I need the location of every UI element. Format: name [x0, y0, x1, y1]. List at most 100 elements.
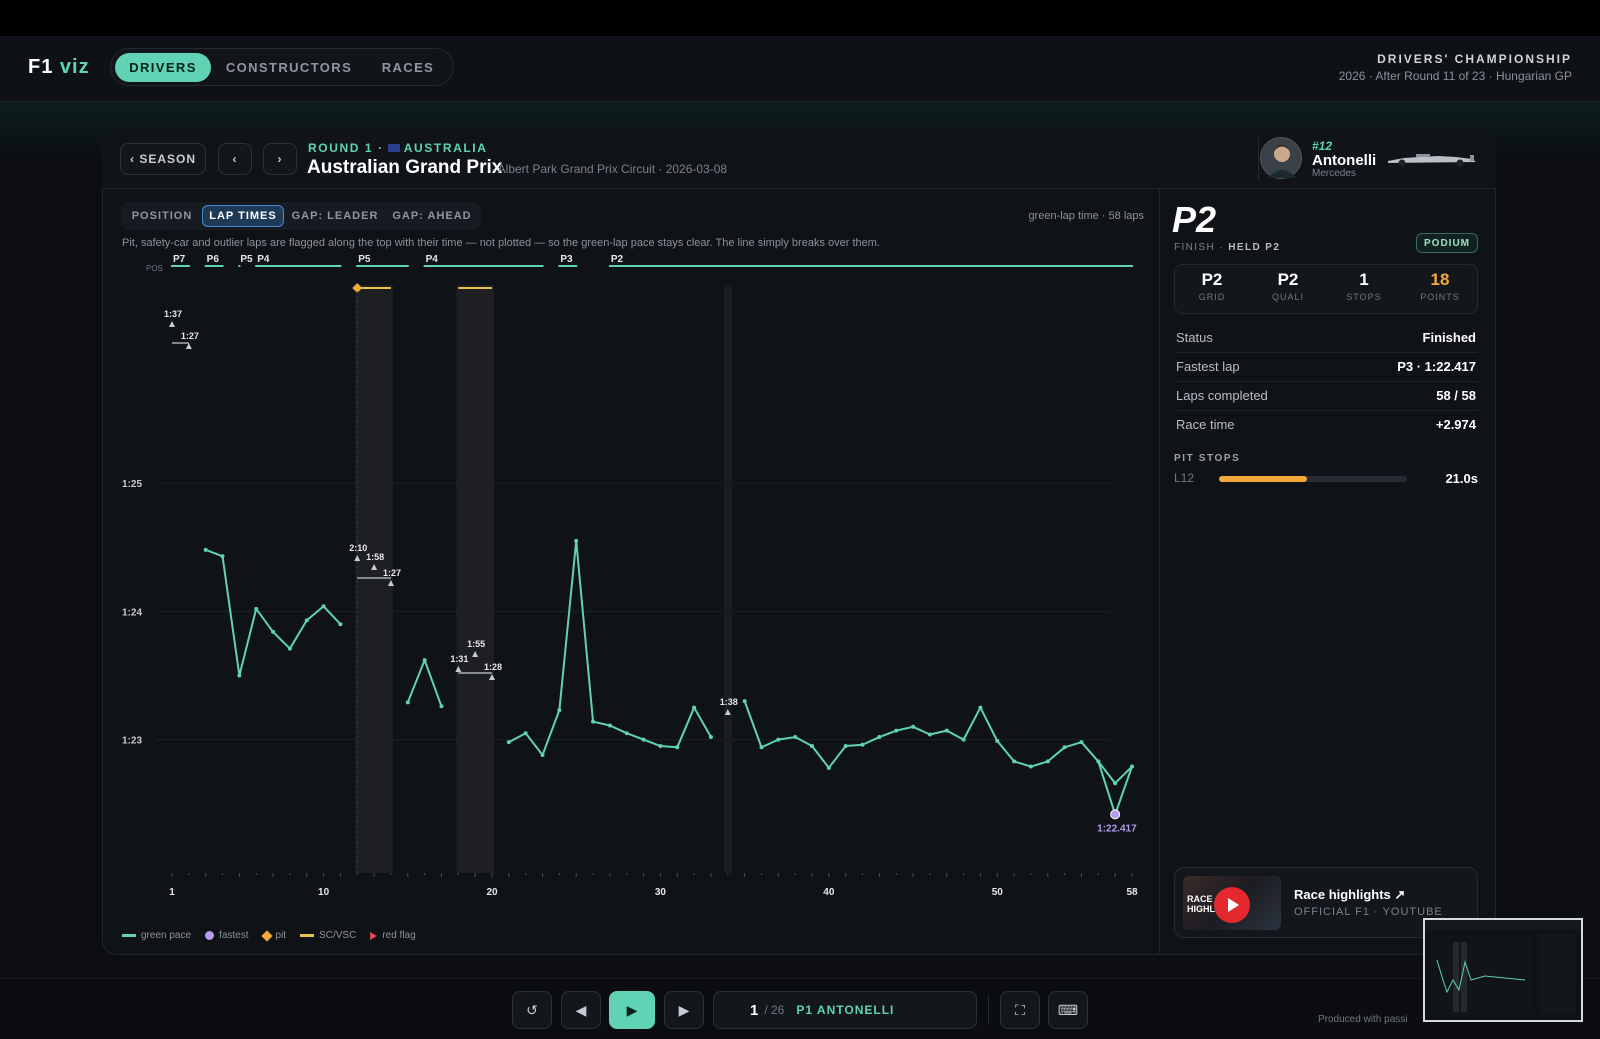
lap-point: [658, 744, 663, 749]
player-divider: [988, 996, 989, 1024]
position-label: P4: [257, 255, 270, 265]
vsc-band: [723, 285, 732, 873]
step-forward-button[interactable]: ▶: [664, 991, 704, 1029]
race-car-icon: [1388, 154, 1476, 167]
legend-green-pace: green pace: [122, 930, 191, 941]
next-race-button[interactable]: ›: [263, 143, 297, 175]
grand-prix-title: Australian Grand Prix: [307, 157, 503, 178]
round-number: ROUND 1 ·: [308, 141, 384, 155]
lap-point: [439, 704, 444, 709]
lap-point: [607, 723, 612, 728]
tab-drivers[interactable]: DRIVERS: [115, 53, 211, 82]
legend-pit-label: pit: [275, 930, 287, 941]
frame-driver: P1 ANTONELLI: [796, 1003, 895, 1017]
produced-by: Produced with passi: [1318, 1014, 1408, 1025]
frame-number: 1: [750, 1001, 759, 1019]
driver-number: #12: [1312, 139, 1333, 153]
legend-red-label: red flag: [382, 930, 416, 941]
sc-bands: [352, 283, 732, 873]
view-gap-ahead[interactable]: GAP: AHEAD: [386, 205, 478, 227]
x-tick-label: 50: [992, 887, 1004, 898]
play-button[interactable]: ▶: [609, 991, 655, 1029]
finish-sub: FINISH · HELD P2: [1174, 242, 1280, 253]
round-country: AUSTRALIA: [403, 141, 488, 155]
frame-counter[interactable]: 1 / 26 P1 ANTONELLI: [713, 991, 977, 1029]
step-forward-icon: ▶: [678, 1001, 690, 1018]
position-label: P6: [207, 255, 220, 265]
legend-green-label: green pace: [141, 930, 192, 941]
lap-point: [338, 622, 343, 627]
view-lap-times[interactable]: LAP TIMES: [202, 205, 284, 227]
position-label: P5: [240, 255, 253, 265]
stat-grid-label: GRID: [1198, 292, 1226, 302]
chart-grid: [156, 482, 1110, 741]
legend-fastest-label: fastest: [219, 930, 249, 941]
stat-grid: P2 GRID: [1174, 270, 1250, 302]
flagged-laps: 1:37 1:27 2:101:58 1:27 1:31 1:55 1:28 1:38: [164, 309, 738, 715]
flagged-lap-label: 1:28: [484, 662, 502, 672]
championship-title: DRIVERS' CHAMPIONSHIP: [1377, 52, 1572, 66]
lap-point: [287, 646, 292, 651]
position-label: P5: [358, 255, 371, 265]
detail-value: Finished: [1422, 330, 1476, 345]
lap-point: [708, 735, 713, 740]
pit-time: 21.0s: [1445, 471, 1478, 486]
app-logo[interactable]: F1 viz: [28, 56, 90, 79]
minimap-preview-icon: [1425, 920, 1581, 1014]
highlights-title[interactable]: Race highlights ↗: [1294, 887, 1405, 903]
step-back-icon: ◀: [575, 1001, 587, 1018]
fullscreen-button[interactable]: ⛶: [1000, 991, 1040, 1029]
podium-badge: PODIUM: [1416, 233, 1478, 253]
lap-point: [961, 737, 966, 742]
pit-diamond-icon: [260, 929, 273, 942]
fastest-lap-label: 1:22.417: [1097, 823, 1137, 834]
prev-race-button[interactable]: ‹: [218, 143, 252, 175]
detail-value: +2.974: [1435, 417, 1476, 432]
lap-point: [877, 735, 882, 740]
championship-subtitle: 2026 · After Round 11 of 23 · Hungarian …: [1338, 69, 1572, 83]
green-pace-line: [743, 700, 1133, 785]
restart-icon: ↺: [526, 1001, 538, 1018]
lap-point: [843, 744, 848, 749]
lap-point: [793, 735, 798, 740]
season-button[interactable]: ‹ SEASON: [120, 143, 206, 175]
detail-fastest-lap: Fastest lap P3 · 1:22.417: [1175, 353, 1478, 382]
tab-constructors[interactable]: CONSTRUCTORS: [218, 53, 360, 82]
tab-races[interactable]: RACES: [372, 53, 444, 82]
lap-times-chart[interactable]: POS P7 P6 P5 P4 P5 P4 P3 P2 1:37 1:27 2:101:58 1:27…: [120, 255, 1160, 915]
pos-axis-label: POS: [146, 264, 163, 273]
keyboard-button[interactable]: ⌨: [1048, 991, 1088, 1029]
step-back-button[interactable]: ◀: [561, 991, 601, 1029]
grand-prix-subtitle: · Albert Park Grand Prix Circuit · 2026-…: [491, 162, 728, 176]
lap-point: [321, 604, 326, 609]
view-position[interactable]: POSITION: [125, 205, 199, 227]
minimap-preview[interactable]: [1423, 918, 1583, 1022]
stat-stops-value: 1: [1359, 270, 1369, 289]
youtube-play-icon[interactable]: [1214, 887, 1250, 923]
y-tick-label: 1:25: [122, 479, 142, 490]
flagged-lap-label: 1:27: [181, 331, 199, 341]
driver-avatar[interactable]: [1260, 137, 1302, 179]
flagged-lap-label: 1:27: [383, 568, 401, 578]
detail-key: Fastest lap: [1176, 359, 1240, 374]
lap-point: [1028, 764, 1033, 769]
view-gap-leader[interactable]: GAP: LEADER: [289, 205, 381, 227]
lap-point: [1079, 740, 1084, 745]
play-icon: ▶: [626, 1001, 638, 1018]
x-tick-label: 58: [1126, 887, 1138, 898]
chart-legend: green pace fastest pit SC/VSC red flag: [122, 929, 416, 942]
pit-lap: L12: [1174, 471, 1195, 485]
fastest-lap-point: [1110, 809, 1121, 820]
green-pace-line: [205, 548, 342, 677]
lap-point: [220, 554, 225, 559]
highlights-source: OFFICIAL F1 · YOUTUBE: [1294, 906, 1443, 918]
lap-time-lines: 1:22.417: [203, 538, 1137, 834]
held-label: HELD P2: [1228, 242, 1281, 253]
lap-point: [422, 658, 427, 663]
lap-point: [810, 744, 814, 749]
stat-quali-label: QUALI: [1271, 292, 1304, 302]
restart-button[interactable]: ↺: [512, 991, 552, 1029]
x-tick-label: 10: [318, 887, 330, 898]
pit-bar-fill: [1219, 476, 1308, 482]
logo-viz: viz: [59, 56, 90, 78]
